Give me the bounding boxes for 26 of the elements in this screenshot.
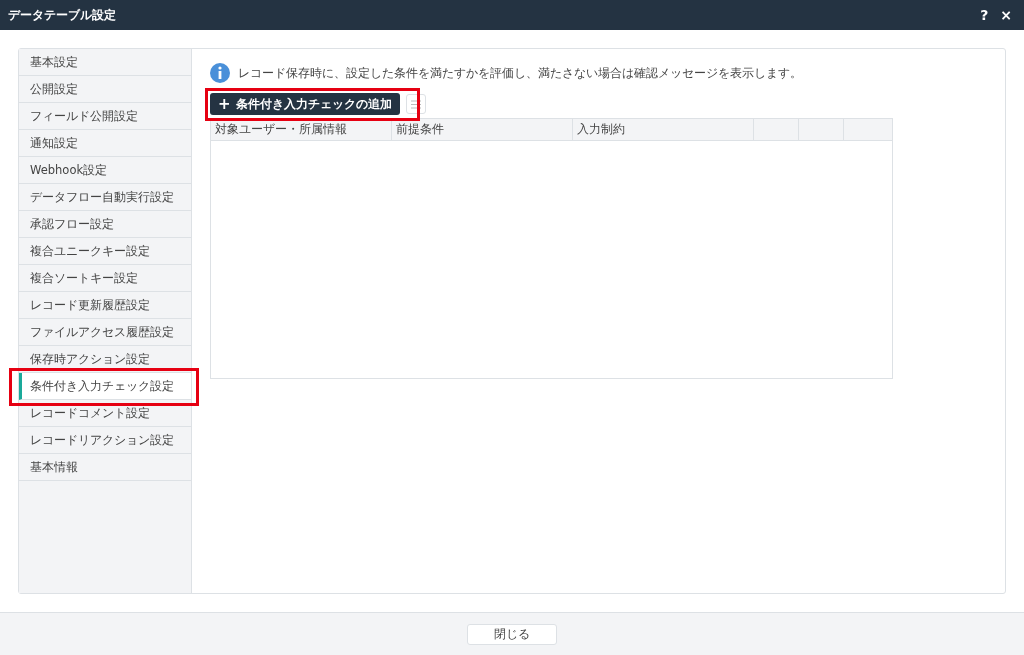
- sidebar-item[interactable]: 承認フロー設定: [19, 211, 191, 238]
- info-message: レコード保存時に、設定した条件を満たすかを評価し、満たさない場合は確認メッセージを表示します。: [238, 64, 802, 82]
- sidebar-item[interactable]: レコード更新履歴設定: [19, 292, 191, 319]
- add-condition-button[interactable]: + 条件付き入力チェックの追加: [210, 93, 400, 115]
- sidebar-item[interactable]: 基本情報: [19, 454, 191, 481]
- sidebar-item[interactable]: 複合ソートキー設定: [19, 265, 191, 292]
- sidebar-item[interactable]: 条件付き入力チェック設定: [19, 373, 191, 400]
- window-title: データテーブル設定: [8, 6, 116, 24]
- column-header: 入力制約: [573, 119, 754, 140]
- sidebar-item[interactable]: Webhook設定: [19, 157, 191, 184]
- sidebar-item[interactable]: データフロー自動実行設定: [19, 184, 191, 211]
- menu-icon: [410, 99, 421, 109]
- sidebar-item[interactable]: レコードコメント設定: [19, 400, 191, 427]
- help-button[interactable]: ?: [976, 7, 993, 23]
- close-button[interactable]: 閉じる: [467, 623, 557, 645]
- close-button[interactable]: ×: [996, 7, 1016, 23]
- sidebar-item[interactable]: フィールド公開設定: [19, 103, 191, 130]
- sidebar-item[interactable]: 通知設定: [19, 130, 191, 157]
- info-icon: [210, 63, 230, 83]
- sidebar-item[interactable]: 基本設定: [19, 49, 191, 76]
- sidebar-item[interactable]: ファイルアクセス履歴設定: [19, 319, 191, 346]
- sidebar-item[interactable]: レコードリアクション設定: [19, 427, 191, 454]
- sidebar-item[interactable]: 複合ユニークキー設定: [19, 238, 191, 265]
- sidebar-item[interactable]: 公開設定: [19, 76, 191, 103]
- column-header: 対象ユーザー・所属情報: [211, 119, 392, 140]
- column-header: 前提条件: [392, 119, 573, 140]
